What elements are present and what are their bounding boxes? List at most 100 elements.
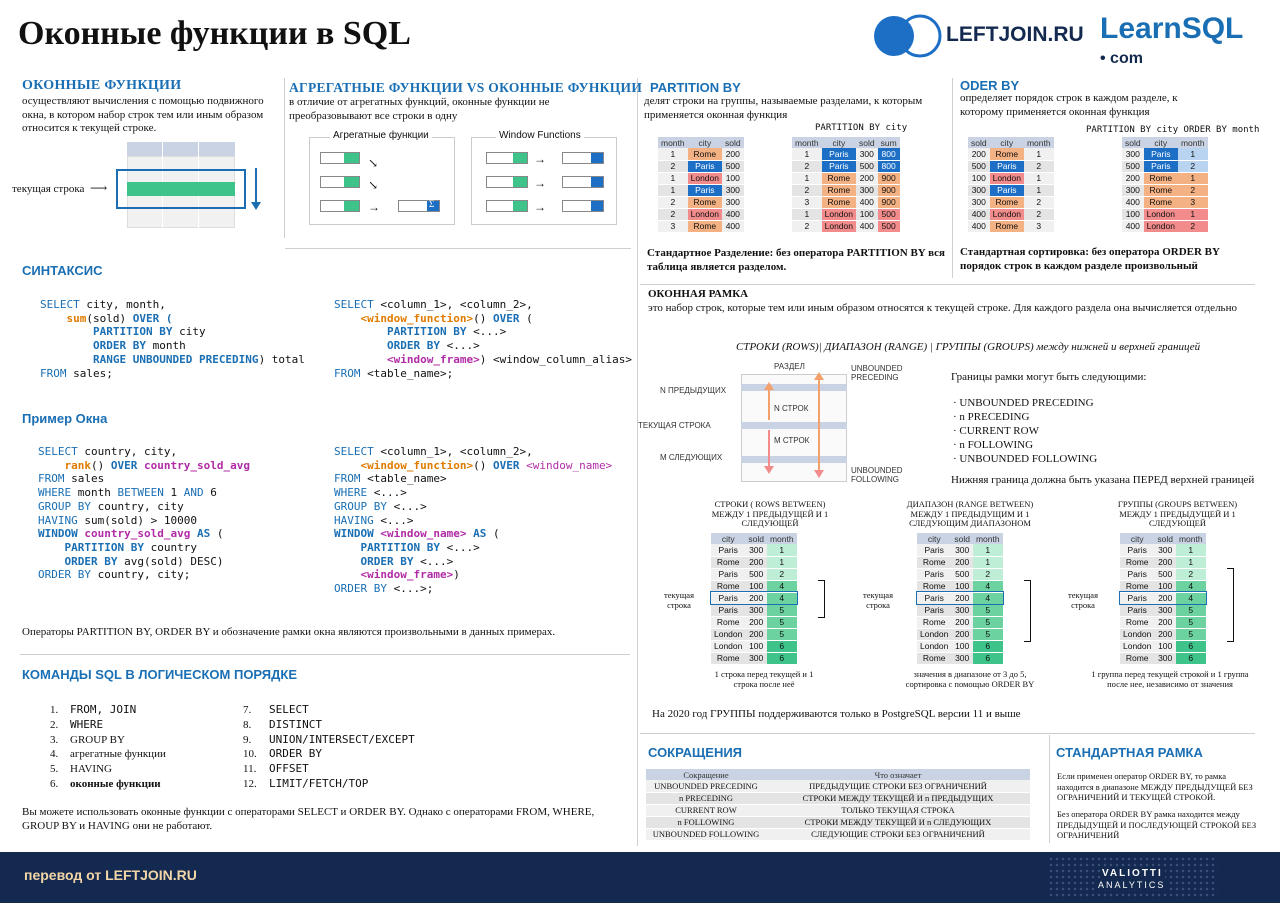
- list-item: 2. WHERE: [50, 717, 104, 731]
- table-cell: Rome: [1120, 616, 1155, 629]
- m-rows-label: М СТРОК: [774, 436, 810, 445]
- example-heading: Пример Окна: [22, 411, 108, 426]
- learnsql-com-text: • com: [1100, 50, 1143, 67]
- table-row: 1 Rome 200 900: [792, 172, 900, 185]
- order-by-text: определяет порядок строк в каждом раздел…: [960, 92, 1178, 118]
- table-row: 2 Paris 500 800: [792, 160, 900, 173]
- table-row: 500 Paris 2: [968, 160, 1054, 173]
- table-row: Paris 300 5: [1120, 604, 1206, 617]
- table-cell: Paris: [917, 568, 952, 581]
- table-cell: СТРОКИ МЕЖДУ ТЕКУЩЕЙ И n ПРЕДЫДУЩИХ: [766, 792, 1030, 805]
- table-cell: Rome: [917, 652, 952, 665]
- table-cell: 100: [745, 580, 767, 593]
- table-cell: 500: [722, 160, 744, 173]
- table-row: Rome 200 5: [711, 616, 797, 629]
- table-cell: 400: [1122, 220, 1144, 233]
- table-cell: 1: [792, 148, 822, 161]
- table-cell: 6: [1175, 640, 1206, 653]
- table-row: Paris 200 4: [1119, 591, 1207, 605]
- table-cell: Paris: [1143, 160, 1178, 173]
- table-cell: UNBOUNDED PRECEDING: [646, 780, 766, 793]
- table-cell: 2: [792, 220, 822, 233]
- table-cell: London: [821, 208, 856, 221]
- table-cell: Paris: [1120, 592, 1155, 605]
- table-cell: Paris: [917, 604, 952, 617]
- page-title: Оконные функции в SQL: [18, 15, 411, 52]
- table-row: Paris 200 4: [916, 591, 1004, 605]
- table-header: month: [658, 137, 688, 148]
- table-cell: Rome: [1120, 556, 1155, 569]
- table-cell: 5: [766, 604, 797, 617]
- table-row: London 200 5: [711, 628, 797, 641]
- footer-translation[interactable]: перевод от LEFTJOIN.RU: [24, 867, 197, 883]
- bounds-title: Границы рамки могут быть следующими:: [951, 371, 1147, 383]
- logical-order-heading: КОМАНДЫ SQL В ЛОГИЧЕСКОМ ПОРЯДКЕ: [22, 667, 297, 682]
- list-item: 1. FROM, JOIN: [50, 703, 137, 716]
- range-frame-block: ДИАПАЗОН (RANGE BETWEEN) МЕЖДУ 1 ПРЕДЫДУ…: [895, 499, 1045, 529]
- bound-item: · UNBOUNDED PRECEDING: [953, 397, 1094, 409]
- std-frame-heading: СТАНДАРТНАЯ РАМКА: [1056, 745, 1203, 760]
- list-item: 3. GROUP BY: [50, 733, 125, 746]
- table-row: Rome 200 1: [917, 556, 1003, 569]
- table-row: Rome 300 6: [917, 652, 1003, 665]
- table-cell: 400: [722, 220, 744, 233]
- logical-order-list-left: 1. FROM, JOIN 2. WHERE 3. GROUP BY 4. агрег…: [50, 703, 166, 792]
- table-cell: 1: [972, 544, 1003, 557]
- table-header: sold: [1122, 137, 1144, 148]
- table-cell: Rome: [711, 616, 746, 629]
- frame-diagram: РАЗДЕЛ UNBOUNDED PRECEDING N ПРЕДЫДУЩИХ …: [638, 360, 938, 486]
- list-item: 11. OFFSET: [243, 762, 309, 776]
- table-row: Paris 500 2: [711, 568, 797, 581]
- table-cell: 400: [856, 220, 878, 233]
- partition-table-output: month city sold sum 1 Paris 300 800 2 Paris 500 800…: [792, 137, 900, 233]
- list-item: 9. UNION/INTERSECT/EXCEPT: [243, 732, 415, 746]
- table-cell: Paris: [711, 568, 746, 581]
- current-row-label: текущая строка: [12, 183, 85, 195]
- rows-current-label: текущая строка: [664, 590, 694, 610]
- table-cell: 3: [1023, 220, 1054, 233]
- groups-frame-table: city sold month Paris 300 1 Rome 200 1 Paris 500 2 R…: [1119, 533, 1207, 665]
- table-cell: СЛЕДУЮЩИЕ СТРОКИ БЕЗ ОГРАНИЧЕНИЙ: [766, 828, 1030, 841]
- table-cell: 500: [877, 208, 900, 221]
- table-row: Rome 100 4: [917, 580, 1003, 593]
- table-cell: 2: [1023, 160, 1054, 173]
- leftjoin-logo[interactable]: LEFTJOIN.RU: [868, 12, 1098, 60]
- std-frame-p2: Без оператора ORDER BY рамка находится м…: [1057, 809, 1257, 840]
- list-item: 12. LIMIT/FETCH/TOP: [243, 776, 369, 790]
- valiotti-logo[interactable]: VALIOTTI ANALYTICS: [1048, 856, 1218, 900]
- table-cell: 2: [658, 196, 688, 209]
- table-row: Paris 300 1: [1120, 544, 1206, 557]
- table-cell: 200: [722, 148, 744, 161]
- table-row: Rome 300 6: [1120, 652, 1206, 665]
- table-cell: 1: [766, 556, 797, 569]
- syntax-code-2: SELECT <column_1>, <column_2>, <window_f…: [334, 298, 633, 380]
- table-cell: 500: [951, 568, 973, 581]
- table-cell: 1: [1175, 556, 1206, 569]
- table-row: Rome 100 4: [711, 580, 797, 593]
- table-row: Paris 300 1: [711, 544, 797, 557]
- abbr-table: Сокращение Что означает UNBOUNDED PRECEDIN…: [646, 769, 1030, 841]
- table-cell: 3: [1177, 196, 1208, 209]
- table-cell: Rome: [1143, 184, 1178, 197]
- circles-icon: [874, 14, 942, 58]
- table-cell: 1: [1177, 208, 1208, 221]
- table-cell: 200: [951, 592, 973, 605]
- table-cell: 4: [972, 592, 1003, 605]
- bound-item: · UNBOUNDED FOLLOWING: [953, 453, 1098, 465]
- table-cell: Paris: [821, 160, 856, 173]
- table-cell: 300: [968, 184, 990, 197]
- table-cell: 300: [951, 652, 973, 665]
- table-header: sold: [722, 137, 744, 148]
- learnsql-logo[interactable]: LearnSQL • com: [1100, 12, 1260, 72]
- table-cell: Rome: [989, 148, 1024, 161]
- table-row: Rome 200 5: [1120, 616, 1206, 629]
- sigma-icon: Σ: [429, 199, 435, 209]
- list-item: 8. DISTINCT: [243, 717, 322, 731]
- table-cell: 5: [1175, 604, 1206, 617]
- bound-item: · n PRECEDING: [953, 411, 1030, 423]
- table-cell: 1: [792, 172, 822, 185]
- table-row: 200 Rome 1: [1122, 172, 1208, 185]
- table-cell: Paris: [1143, 148, 1178, 161]
- list-item: 10. ORDER BY: [243, 747, 322, 761]
- table-cell: 500: [1122, 160, 1144, 173]
